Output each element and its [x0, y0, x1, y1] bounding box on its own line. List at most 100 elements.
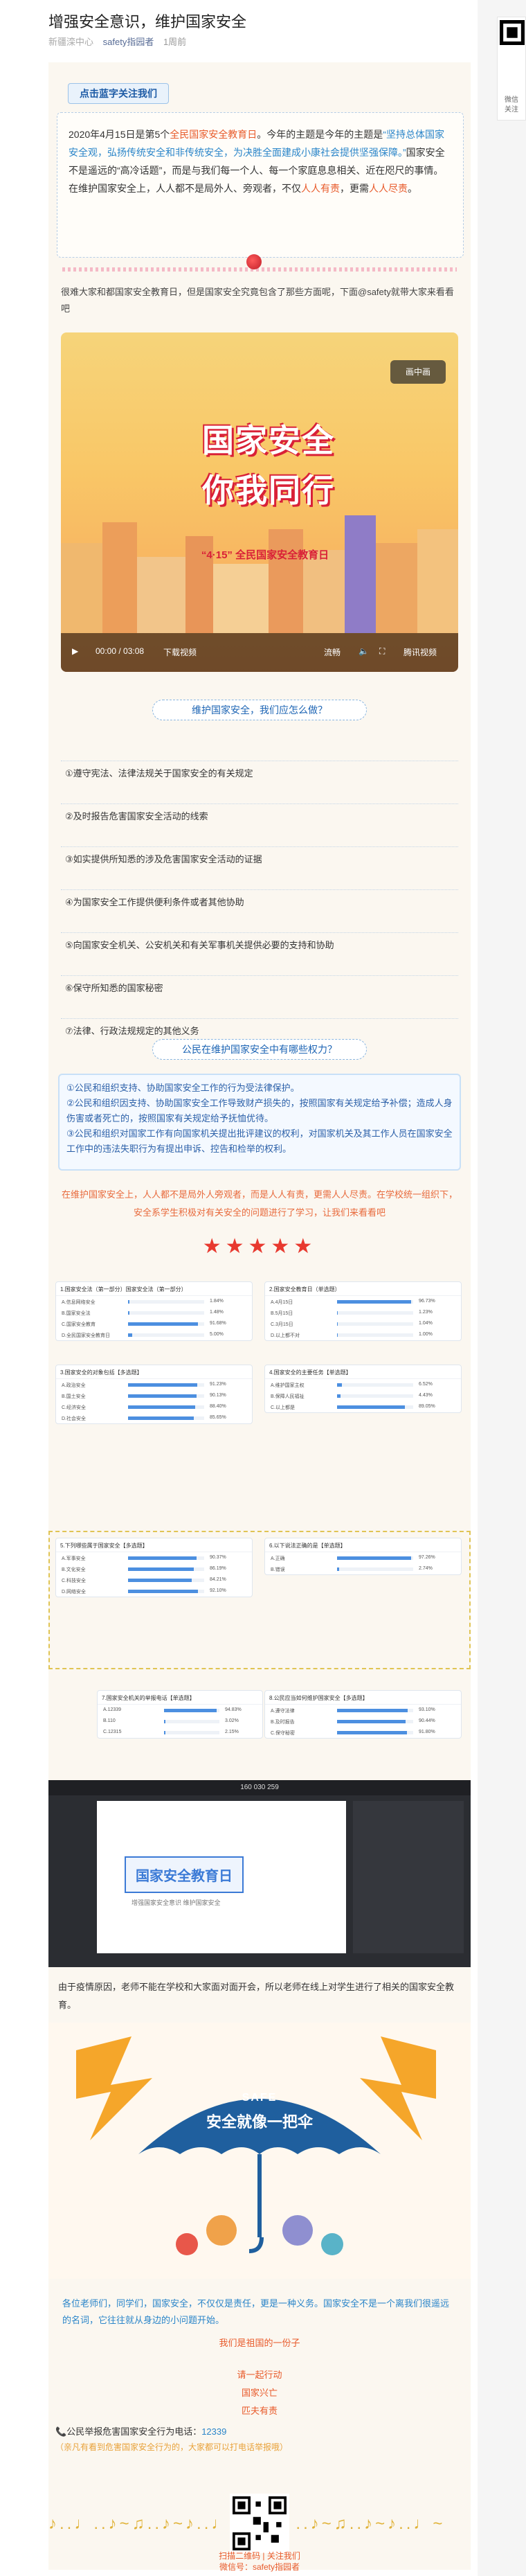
survey-option-row: A.4月15日 96.73% [265, 1296, 461, 1307]
option-bar [128, 1383, 204, 1387]
option-label: C.3月15日 [271, 1322, 293, 1327]
survey-option-row: B.110 3.02% [98, 1716, 262, 1727]
list-item: ③如实提供所知悉的涉及危害国家安全活动的证据 [61, 841, 458, 884]
option-percent: 94.83% [225, 1707, 242, 1712]
umbrella-illustration: SAFE 安全就像一把伞 [48, 2023, 471, 2279]
option-percent: 85.65% [210, 1415, 226, 1420]
option-bar-fill [128, 1416, 194, 1420]
side-qr-label: 微信 关注 [505, 96, 518, 114]
option-bar-fill [128, 1300, 130, 1304]
hotline-number[interactable]: 12339 [201, 2426, 226, 2437]
option-label: C.保守秘密 [271, 1731, 295, 1736]
option-label: A.12339 [103, 1707, 122, 1712]
download-button[interactable]: 下载视频 [163, 646, 197, 658]
option-percent: 2.15% [225, 1730, 239, 1734]
option-bar [337, 1311, 413, 1315]
live-class-screenshot: 160 030 259 国家安全教育日 增强国家安全意识 维护国家安全 [48, 1780, 471, 1967]
option-bar [337, 1731, 413, 1734]
survey-option-row: B.保障人民福祉 4.43% [265, 1390, 461, 1401]
option-bar-fill [337, 1300, 411, 1304]
survey-option-row: A.信息网络安全 1.84% [56, 1296, 252, 1307]
option-bar-fill [337, 1333, 338, 1337]
option-label: B.110 [103, 1718, 116, 1723]
play-icon[interactable]: ▶ [72, 646, 78, 656]
option-label: B.国土安全 [62, 1394, 86, 1399]
survey-option-row: D.以上都不对 1.00% [265, 1329, 461, 1340]
qr-code-icon[interactable] [230, 2494, 289, 2553]
survey-question: 7.国家安全机关的举报电话【单选题】 [98, 1691, 262, 1705]
option-bar-fill [128, 1322, 199, 1326]
video-time: 00:00 / 03:08 [96, 646, 145, 656]
rights-item: ①公民和组织支持、协助国家安全工作的行为受法律保护。 [66, 1083, 300, 1093]
rights-item: ②公民和组织因支持、协助国家安全工作导致财产损失的，按照国家有关规定给予补偿；造… [66, 1098, 453, 1123]
side-qr-icon [500, 20, 525, 45]
side-follow-widget[interactable]: 微信 关注 [497, 17, 526, 121]
slogan-3: 国家兴亡 [241, 2388, 278, 2398]
pin-icon [246, 254, 262, 269]
option-percent: 1.00% [419, 1332, 433, 1337]
section-title-duties: 维护国家安全，我们应怎么做？ [152, 700, 367, 720]
quality-button[interactable]: 流畅 [324, 646, 341, 658]
volume-icon[interactable]: 🔈 [359, 646, 369, 656]
option-percent: 5.00% [210, 1332, 224, 1337]
option-bar [164, 1731, 219, 1734]
account-link[interactable]: safety指园者 [103, 37, 154, 47]
survey-option-row: B.国家安全法 1.48% [56, 1307, 252, 1318]
option-label: C.12315 [103, 1730, 122, 1734]
option-bar-fill [337, 1720, 406, 1723]
umbrella-caption: 安全就像一把伞 [206, 2113, 313, 2131]
option-label: B.国家安全法 [62, 1311, 91, 1316]
survey-question: 8.公民应当如何维护国家安全【多选题】 [265, 1691, 461, 1705]
divider-dotted [62, 267, 457, 272]
stars-decoration: ★★★★★ [202, 1235, 317, 1258]
option-bar [337, 1333, 413, 1337]
list-item: ⑥保守所知悉的国家秘密 [61, 970, 458, 1013]
option-bar [128, 1405, 204, 1409]
option-percent: 91.23% [210, 1382, 226, 1387]
slogan-4: 匹夫有责 [241, 2406, 278, 2416]
option-percent: 88.40% [210, 1404, 226, 1409]
option-bar [337, 1405, 413, 1409]
video-player[interactable]: 画中画 国家安全 你我同行 “4·15” 全民国家安全教育日 ▶ 00:00 /… [61, 332, 458, 672]
video-title-line-2: 你我同行 [202, 472, 335, 508]
city-skyline-illustration [61, 515, 458, 633]
option-bar [128, 1311, 204, 1315]
slogan-1: 我们是祖国的一份子 [219, 2338, 300, 2348]
live-topbar: 160 030 259 [48, 1780, 471, 1795]
hotline-info: 📞公民举报危害国家安全行为电话：12339 （亲凡有看到危害国家安全行为的，大家… [55, 2424, 464, 2455]
option-percent: 4.43% [419, 1393, 433, 1398]
option-bar [128, 1416, 204, 1420]
video-controls: ▶ 00:00 / 03:08 下载视频 流畅 🔈 ⛶ 腾讯视频 [61, 633, 458, 672]
option-bar-fill [337, 1405, 405, 1409]
intro-paragraph-2: 在维护国家安全上，人人都不是局外人、旁观者，不仅人人有责，更需人人尽责。 [69, 183, 417, 194]
brand-logo: 腾讯视频 [403, 648, 437, 657]
option-label: C.以上都是 [271, 1405, 295, 1410]
section-title-rights: 公民在维护国家安全中有哪些权力？ [152, 1039, 367, 1060]
option-bar [337, 1383, 413, 1387]
article-content: 点击蓝字关注我们 2020年4月15日是第5个全民国家安全教育日。今年的主题是今… [48, 62, 471, 2572]
list-item: ④为国家安全工作提供便利条件或者其他协助 [61, 884, 458, 927]
list-item: ②及时报告危害国家安全活动的线索 [61, 798, 458, 841]
option-percent: 1.04% [419, 1321, 433, 1326]
option-bar [337, 1394, 413, 1398]
follow-us-heading[interactable]: 点击蓝字关注我们 [68, 83, 169, 104]
scan-caption: 扫描二维码 | 关注我们 微信号：safety指园者 [219, 2551, 300, 2572]
option-bar [128, 1300, 204, 1304]
survey-option-row: B.国土安全 90.13% [56, 1390, 252, 1401]
fullscreen-icon[interactable]: ⛶ [379, 646, 385, 657]
slide-preview: 国家安全教育日 增强国家安全意识 维护国家安全 [97, 1801, 346, 1953]
option-percent: 90.13% [210, 1393, 226, 1398]
option-label: A.4月15日 [271, 1300, 293, 1305]
option-bar-fill [337, 1394, 341, 1398]
option-label: B.保障人民福祉 [271, 1394, 305, 1399]
article-title: 增强安全意识，维护国家安全 [48, 13, 247, 30]
option-label: B.及时报告 [271, 1720, 295, 1725]
intro-paragraph-1: 2020年4月15日是第5个全民国家安全教育日。今年的主题是今年的主题是“坚持总… [69, 129, 445, 176]
survey-option-row: B.5月15日 1.23% [265, 1307, 461, 1318]
phone-icon: 📞 [55, 2426, 67, 2437]
survey-option-row: C.3月15日 1.04% [265, 1318, 461, 1329]
survey-question: 3.国家安全的对象包括【多选题】 [56, 1365, 252, 1379]
option-label: A.遵守法律 [271, 1709, 295, 1714]
pip-button[interactable]: 画中画 [390, 360, 446, 384]
survey-question: 4.国家安全的主要任务【单选题】 [265, 1365, 461, 1379]
